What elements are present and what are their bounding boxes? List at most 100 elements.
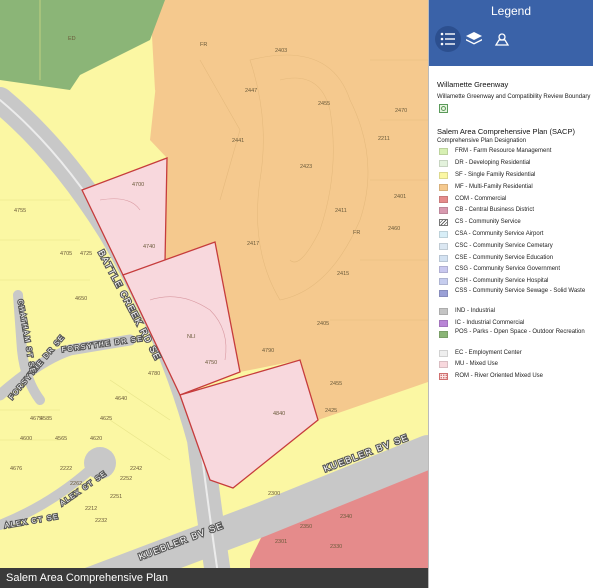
legend-item: CSG - Community Service Government [437, 264, 593, 276]
parcel-number: 4650 [75, 296, 87, 302]
parcel-number: 2301 [275, 539, 287, 545]
legend-item: COM - Commercial [437, 193, 593, 205]
site-label: ED [68, 36, 76, 42]
legend-item: DR - Developing Residential [437, 158, 593, 170]
legend-swatch [439, 242, 448, 250]
layers-icon[interactable] [463, 30, 485, 48]
parcel-number: 2441 [232, 138, 244, 144]
legend-swatch [439, 278, 448, 286]
legend-item: CB - Central Business District [437, 205, 593, 217]
legend-swatch [439, 207, 448, 215]
legend-swatch [439, 289, 448, 297]
legend-label: SF - Single Family Residential [455, 171, 536, 178]
parcel-number: 4740 [143, 244, 155, 250]
legend-swatch [439, 148, 448, 156]
legend-label: FRM - Farm Resource Management [455, 148, 552, 155]
parcel-number: 4620 [90, 436, 102, 442]
site-label: NLI [187, 334, 196, 340]
parcel-number: 2242 [130, 466, 142, 472]
legend-label: CSS - Community Service Sewage - Solid W… [455, 287, 586, 294]
legend-label: MF - Multi-Family Residential [455, 183, 533, 190]
legend-item: ROM - River Oriented Mixed Use [437, 371, 593, 383]
legend-label: ROM - River Oriented Mixed Use [455, 373, 544, 380]
legend-item: IC - Industrial Commercial [437, 317, 593, 329]
legend-item: CS - Community Service [437, 217, 593, 229]
legend-label: CSH - Community Service Hospital [455, 278, 549, 285]
legend-item: CSS - Community Service Sewage - Solid W… [437, 288, 593, 306]
parcel-number: 4676 [10, 466, 22, 472]
legend-item: MU - Mixed Use [437, 359, 593, 371]
parcel-number: 4700 [132, 182, 144, 188]
parcel-number: 2251 [110, 494, 122, 500]
legend-label: COM - Commercial [455, 195, 507, 202]
parcel-number: 2262 [70, 481, 82, 487]
legend-item: POS - Parks - Open Space - Outdoor Recre… [437, 329, 593, 347]
parcel-number: 2425 [325, 408, 337, 414]
legend-swatch [439, 183, 448, 191]
legend-label: CSC - Community Service Cemetary [455, 242, 553, 249]
legend-header: Legend [429, 0, 593, 66]
list-icon[interactable] [435, 26, 461, 52]
parcel-number: 2330 [330, 544, 342, 550]
legend-label: POS - Parks - Open Space - Outdoor Recre… [455, 329, 585, 336]
parcel-number: 4705 [60, 251, 72, 257]
legend-item: FRM - Farm Resource Management [437, 146, 593, 158]
legend-label: DR - Developing Residential [455, 160, 531, 167]
parcel-number: 2411 [335, 208, 347, 214]
legend-swatch [439, 195, 448, 203]
parcel-number: 4725 [80, 251, 92, 257]
map-footer-title: Salem Area Comprehensive Plan [0, 568, 428, 588]
sacp-group-title: Comprehensive Plan Designation [437, 138, 527, 144]
parcel-number: 2222 [60, 466, 72, 472]
parcel-number: 2350 [300, 524, 312, 530]
parcel-number: 2212 [85, 506, 97, 512]
legend-swatch [439, 307, 448, 315]
legend-item: MF - Multi-Family Residential [437, 181, 593, 193]
parcel-number: 4755 [14, 208, 26, 214]
parcel-number: 2401 [394, 194, 406, 200]
parcel-number: 2403 [275, 48, 287, 54]
parcel-number: 4780 [148, 371, 160, 377]
parcel-number: 2417 [247, 241, 259, 247]
legend-item: IND - Industrial [437, 306, 593, 318]
legend-swatch [439, 230, 448, 238]
parcel-number: 2415 [337, 271, 349, 277]
legend-swatch [439, 171, 448, 179]
map-view[interactable]: BATTLE CREEK RD SE KUEBLER BV SE KUEBLER… [0, 0, 428, 588]
legend-swatch [439, 160, 448, 168]
legend-swatch [439, 349, 448, 357]
parcel-number: 4625 [100, 416, 112, 422]
legend-label: CB - Central Business District [455, 207, 535, 214]
parcel-number: 2455 [330, 381, 342, 387]
legend-item: EC - Employment Center [437, 347, 593, 359]
legend-label: CSE - Community Service Education [455, 254, 554, 261]
parcel-number: 4750 [205, 360, 217, 366]
legend-item: CSE - Community Service Education [437, 252, 593, 264]
legend-label: CSG - Community Service Government [455, 266, 561, 273]
parcel-number: 2252 [120, 476, 132, 482]
legend-label: MU - Mixed Use [455, 361, 499, 368]
legend-label: EC - Employment Center [455, 349, 522, 356]
parcel-number: 4790 [262, 348, 274, 354]
legend-swatch [439, 319, 448, 327]
parcel-number: 4565 [55, 436, 67, 442]
legend-label: CS - Community Service [455, 219, 521, 226]
greenway-description: Willamette Greenway and Compatibility Re… [437, 94, 591, 100]
parcel-number: 4585 [40, 416, 52, 422]
parcel-number: 2300 [268, 491, 280, 497]
parcel-number: 4640 [115, 396, 127, 402]
legend-swatch [439, 373, 448, 381]
greenway-swatch [439, 104, 448, 113]
legend-item: SF - Single Family Residential [437, 170, 593, 182]
legend-panel: Legend Willamette Greenway Willamette Gr… [428, 0, 593, 588]
parcel-number: 2455 [318, 101, 330, 107]
parcel-number: 2447 [245, 88, 257, 94]
legend-swatch [439, 331, 448, 339]
legend-swatch [439, 219, 448, 227]
legend-label: IND - Industrial [455, 307, 496, 314]
legend-swatch [439, 361, 448, 369]
parcel-number: 2340 [340, 514, 352, 520]
legend-item: CSC - Community Service Cemetary [437, 240, 593, 252]
legend-title: Legend [490, 4, 532, 18]
basemap-icon[interactable] [491, 30, 513, 48]
